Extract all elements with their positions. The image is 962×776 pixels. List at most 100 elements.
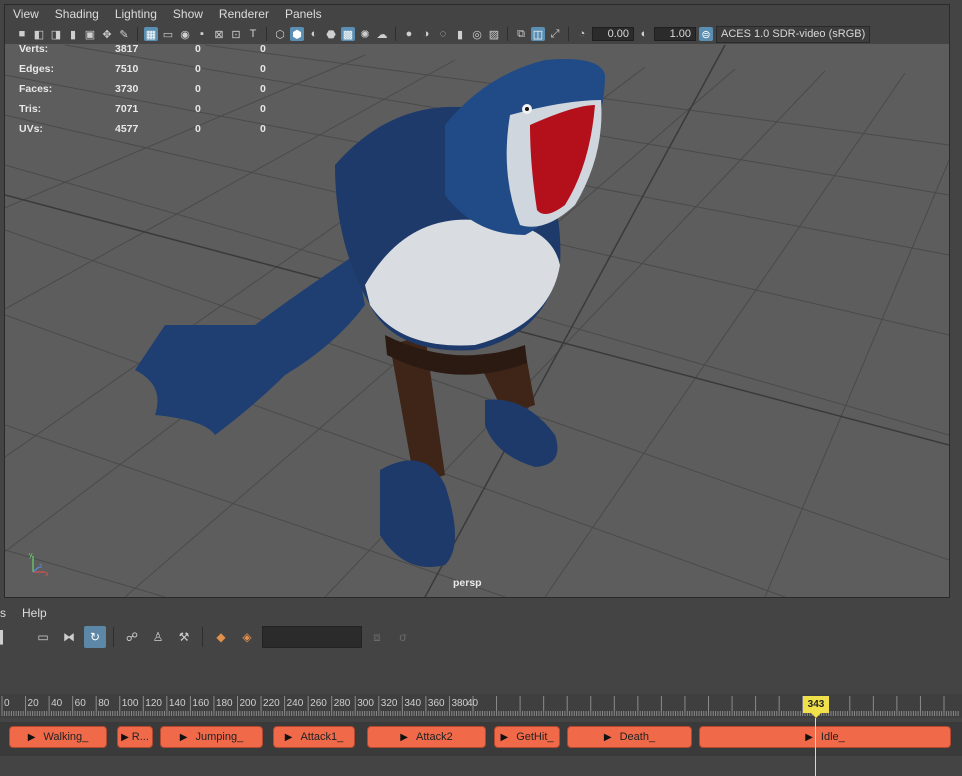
gamma-field[interactable]: 1.00: [654, 27, 696, 41]
xray-components-icon[interactable]: ◫: [531, 27, 545, 41]
toolbar-divider: [395, 27, 396, 41]
stat-value: 0: [195, 123, 201, 135]
grease-pencil-icon[interactable]: ✎: [117, 27, 131, 41]
field-chart-icon[interactable]: ⊠: [212, 27, 226, 41]
resolution-gate-icon[interactable]: ◉: [178, 27, 192, 41]
bookmark-icon[interactable]: ▮: [66, 27, 80, 41]
clip-label: Walking_: [43, 731, 89, 743]
anti-aliasing-icon[interactable]: ◌: [436, 27, 450, 41]
key-icon[interactable]: ⧈: [366, 626, 388, 648]
wireframe-icon[interactable]: ⬡: [273, 27, 287, 41]
menu-help[interactable]: Help: [14, 604, 55, 623]
image-plane-icon[interactable]: ▣: [83, 27, 97, 41]
menu-lighting[interactable]: Lighting: [107, 5, 165, 24]
playhead-line[interactable]: [815, 718, 816, 776]
film-gate-icon[interactable]: ▭: [161, 27, 175, 41]
tick-label: 320: [381, 698, 398, 709]
current-frame-marker[interactable]: 343: [803, 696, 829, 713]
clip-gethit[interactable]: ▶ GetHit_: [494, 726, 560, 748]
toolbar-divider: [113, 627, 114, 647]
tick-label: 160: [192, 698, 209, 709]
3d-viewport[interactable]: View Shading Lighting Show Renderer Pane…: [4, 4, 950, 598]
toolbar-divider: [202, 627, 203, 647]
snap-icon[interactable]: ↻: [84, 626, 106, 648]
stat-value: 0: [195, 63, 201, 75]
tick-label: 260: [310, 698, 327, 709]
character-key-icon[interactable]: ⚒: [173, 626, 195, 648]
clip-attack1[interactable]: ▶ Attack1_: [273, 726, 355, 748]
axis-y-label: y: [29, 552, 33, 559]
exposure-field[interactable]: 0.00: [592, 27, 634, 41]
layer-editor-icon[interactable]: ▭: [32, 626, 54, 648]
play-icon: ▶: [805, 731, 813, 743]
character-add-icon[interactable]: ♙: [147, 626, 169, 648]
wireframe-on-shaded-icon[interactable]: ⬣: [324, 27, 338, 41]
clip-link-icon[interactable]: ⧓: [58, 626, 80, 648]
safe-action-icon[interactable]: ⊡: [229, 27, 243, 41]
play-icon: ▶: [179, 731, 188, 743]
stat-row: Tris: 7071 0 0: [19, 103, 279, 123]
gate-mask-icon[interactable]: ▪: [195, 27, 209, 41]
stat-value: 7071: [115, 103, 139, 115]
motion-blur-icon[interactable]: ◑: [419, 27, 433, 41]
camera-attributes-icon[interactable]: ◧: [32, 27, 46, 41]
stat-value: 7510: [115, 63, 139, 75]
depth-of-field-icon[interactable]: ▮: [453, 27, 467, 41]
animation-toolbar: ▌ ▭ ⧓ ↻ ☍ ♙ ⚒ ◆ ◈ ⧈ σ: [0, 624, 962, 650]
tick-label: 140: [169, 698, 186, 709]
clip-idle[interactable]: ▶ Idle_: [699, 726, 951, 748]
import-clip-icon[interactable]: ◈: [236, 626, 258, 648]
tick-label: 20: [28, 698, 40, 709]
menu-shading[interactable]: Shading: [47, 5, 107, 24]
stat-value: 3817: [115, 43, 139, 55]
safe-title-icon[interactable]: T: [246, 27, 260, 41]
tick-label: 40: [51, 698, 63, 709]
stat-value: 0: [195, 83, 201, 95]
toolbar-divider: [568, 27, 569, 41]
select-camera-icon[interactable]: ■: [15, 27, 29, 41]
stat-value: 3730: [115, 83, 139, 95]
clip-death[interactable]: ▶ Death_: [567, 726, 692, 748]
clip-label: Attack1_: [300, 731, 344, 743]
character-field[interactable]: [262, 626, 362, 648]
isolate-select-icon[interactable]: ◎: [470, 27, 484, 41]
bookmarks-icon[interactable]: ◨: [49, 27, 63, 41]
menu-show[interactable]: Show: [165, 5, 211, 24]
tick-label: 360: [428, 698, 445, 709]
clip-walking[interactable]: ▶ Walking_: [9, 726, 107, 748]
color-management-icon[interactable]: ⊜: [699, 27, 713, 41]
tick-label: 40: [467, 698, 479, 709]
exposure-icon[interactable]: ◔: [575, 27, 589, 41]
shadows-icon[interactable]: ☁: [375, 27, 389, 41]
create-clip-icon[interactable]: ◆: [210, 626, 232, 648]
menu-renderer[interactable]: Renderer: [211, 5, 277, 24]
clip-r[interactable]: ▶ R...: [117, 726, 153, 748]
tick-label: 120: [145, 698, 162, 709]
clip-label: Jumping_: [195, 731, 244, 743]
ghost-icon[interactable]: σ: [392, 626, 414, 648]
view-transform-field[interactable]: ACES 1.0 SDR-video (sRGB): [716, 25, 871, 43]
ambient-occlusion-icon[interactable]: ●: [402, 27, 416, 41]
lights-icon[interactable]: ✺: [358, 27, 372, 41]
clip-jumping[interactable]: ▶ Jumping_: [160, 726, 263, 748]
stat-row: Verts: 3817 0 0: [19, 43, 279, 63]
stat-row: UVs: 4577 0 0: [19, 123, 279, 143]
menu-panels[interactable]: Panels: [277, 5, 330, 24]
tick-label: 180: [216, 698, 233, 709]
toolbar-handle-icon[interactable]: ▌: [0, 626, 7, 648]
smooth-shade-icon[interactable]: ⬢: [290, 27, 304, 41]
play-icon: ▶: [400, 731, 408, 743]
character-set-icon[interactable]: ☍: [121, 626, 143, 648]
clip-attack2[interactable]: ▶ Attack2: [367, 726, 486, 748]
2d-pan-zoom-icon[interactable]: ✥: [100, 27, 114, 41]
axis-z-label: z: [39, 563, 43, 570]
xray-joints-icon[interactable]: ⧉: [514, 27, 528, 41]
default-material-icon[interactable]: ◐: [307, 27, 321, 41]
menu-view[interactable]: View: [5, 5, 47, 24]
textured-icon[interactable]: ▩: [341, 27, 355, 41]
xray-icon[interactable]: ▨: [487, 27, 501, 41]
gamma-icon[interactable]: ◐: [637, 27, 651, 41]
menu-partial[interactable]: s: [0, 604, 14, 623]
toggle-hud-icon[interactable]: ⤢: [548, 27, 562, 41]
grid-icon[interactable]: ▦: [144, 27, 158, 41]
